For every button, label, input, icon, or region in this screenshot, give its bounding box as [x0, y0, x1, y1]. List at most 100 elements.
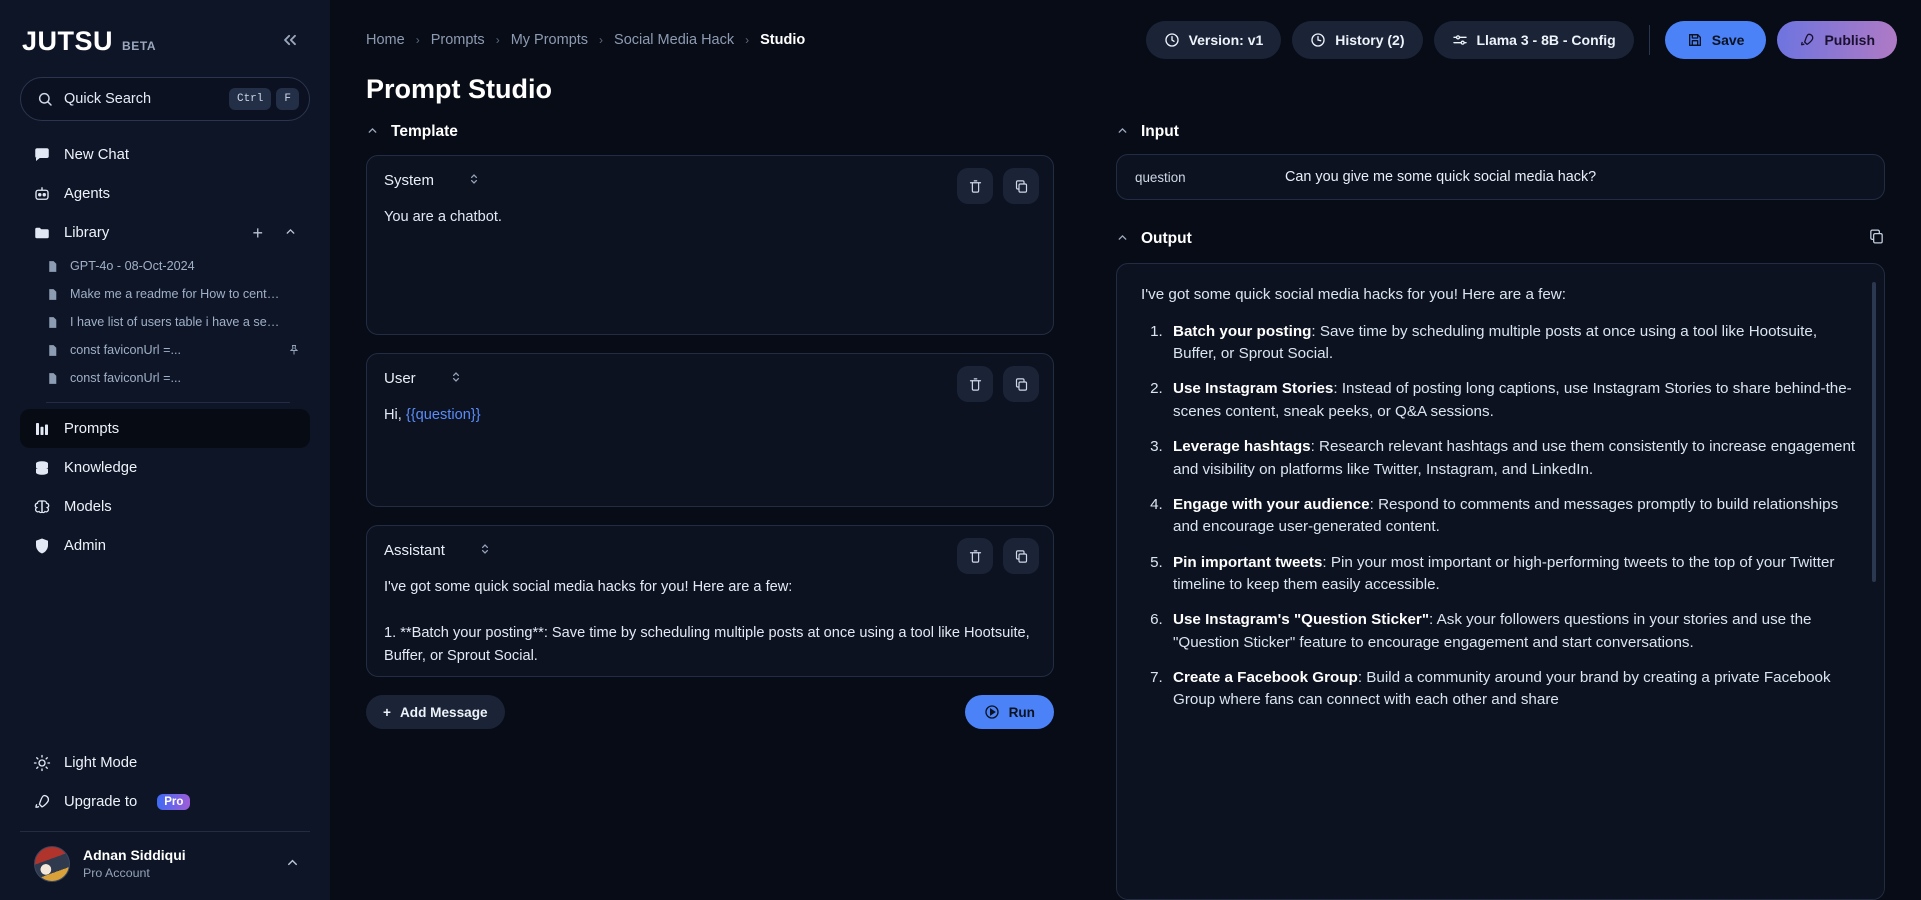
input-section-label: Input	[1141, 123, 1179, 140]
sidebar-item-agents[interactable]: Agents	[20, 174, 310, 213]
sidebar-item-new-chat[interactable]: New Chat	[20, 135, 310, 174]
output-fade-overlay	[1117, 873, 1884, 899]
save-button[interactable]: Save	[1664, 21, 1767, 59]
breadcrumb-prompts[interactable]: Prompts	[431, 32, 485, 48]
list-item[interactable]: GPT-4o - 08-Oct-2024	[26, 252, 310, 280]
breadcrumb-home[interactable]: Home	[366, 32, 405, 48]
sidebar-item-admin[interactable]: Admin	[20, 526, 310, 565]
chevron-up-icon[interactable]	[285, 855, 300, 873]
output-section-header[interactable]: Output	[1116, 228, 1885, 250]
role-select-chevron-icon[interactable]	[450, 369, 462, 388]
message-card-tools	[957, 366, 1039, 402]
delete-message-button[interactable]	[957, 538, 993, 574]
sidebar-section-library[interactable]: Library +	[20, 213, 310, 252]
account-subtitle: Pro Account	[83, 865, 150, 880]
light-mode-toggle[interactable]: Light Mode	[20, 743, 310, 782]
delete-message-button[interactable]	[957, 168, 993, 204]
output-content[interactable]: I've got some quick social media hacks f…	[1116, 263, 1885, 900]
sidebar-item-label: Models	[64, 498, 112, 515]
output-item-title: Batch your posting	[1173, 322, 1312, 340]
pin-icon[interactable]	[288, 344, 300, 356]
play-circle-icon	[984, 704, 1000, 720]
plus-icon[interactable]: +	[246, 224, 269, 242]
breadcrumb-my-prompts[interactable]: My Prompts	[511, 32, 588, 48]
message-card-assistant: Assistant I've got some quick social med…	[366, 525, 1054, 677]
chevrons-left-icon[interactable]	[276, 28, 304, 56]
version-button[interactable]: Version: v1	[1145, 21, 1282, 59]
publish-button[interactable]: Publish	[1777, 21, 1897, 59]
sidebar-divider	[46, 402, 290, 403]
copy-message-button[interactable]	[1003, 168, 1039, 204]
sidebar-item-label: Knowledge	[64, 459, 138, 476]
sidebar-item-knowledge[interactable]: Knowledge	[20, 448, 310, 487]
message-content[interactable]: I've got some quick social media hacks f…	[384, 576, 1036, 668]
sliders-icon	[1452, 32, 1468, 48]
template-panel: Template System You are a chatbot. User …	[330, 123, 1090, 900]
chevron-up-icon[interactable]	[1116, 124, 1129, 140]
search-placeholder: Quick Search	[64, 91, 152, 107]
chevron-up-icon[interactable]	[282, 225, 297, 241]
copy-message-button[interactable]	[1003, 366, 1039, 402]
list-item: Create a Facebook Group: Build a communi…	[1167, 667, 1860, 712]
role-select-chevron-icon[interactable]	[479, 541, 491, 560]
main-content: Home › Prompts › My Prompts › Social Med…	[330, 0, 1921, 900]
message-role-row: Assistant	[384, 541, 1036, 560]
io-panel: Input question Can you give me some quic…	[1090, 123, 1921, 900]
input-section-header[interactable]: Input	[1116, 123, 1885, 141]
sidebar-item-prompts[interactable]: Prompts	[20, 409, 310, 448]
document-icon	[46, 372, 59, 385]
chevron-up-icon[interactable]	[366, 124, 379, 140]
role-select-chevron-icon[interactable]	[468, 171, 480, 190]
top-actions: Version: v1 History (2) Llama 3 - 8B - C…	[1145, 21, 1897, 59]
output-scrollbar-thumb[interactable]	[1872, 282, 1876, 582]
breadcrumb-social-media-hack[interactable]: Social Media Hack	[614, 32, 734, 48]
output-item-title: Use Instagram's "Question Sticker"	[1173, 611, 1430, 629]
search-input[interactable]: Quick Search Ctrl F	[20, 77, 310, 121]
template-section-label: Template	[391, 123, 458, 140]
sidebar-item-models[interactable]: Models	[20, 487, 310, 526]
template-section-header[interactable]: Template	[366, 123, 1054, 141]
upgrade-to-pro-button[interactable]: Upgrade to Pro	[20, 782, 310, 821]
message-content[interactable]: You are a chatbot.	[384, 206, 1036, 229]
run-button[interactable]: Run	[964, 695, 1054, 729]
output-scrollbar[interactable]	[1872, 272, 1880, 891]
list-item[interactable]: I have list of users table i have a sect…	[26, 308, 310, 336]
history-button[interactable]: History (2)	[1292, 21, 1423, 59]
list-item[interactable]: const faviconUrl =...	[26, 336, 310, 364]
app-root: JUTSU BETA Quick Search Ctrl F New Chat	[0, 0, 1921, 900]
chevron-right-icon: ›	[415, 33, 420, 47]
delete-message-button[interactable]	[957, 366, 993, 402]
input-variable-value[interactable]: Can you give me some quick social media …	[1285, 169, 1596, 185]
brain-icon	[33, 498, 51, 516]
model-config-button[interactable]: Llama 3 - 8B - Config	[1433, 21, 1634, 59]
copy-message-button[interactable]	[1003, 538, 1039, 574]
account-name: Adnan Siddiqui	[83, 847, 186, 864]
list-item[interactable]: Make me a readme for How to center a...	[26, 280, 310, 308]
sun-icon	[33, 754, 51, 772]
input-row[interactable]: question Can you give me some quick soci…	[1116, 154, 1885, 200]
search-shortcut-ctrl: Ctrl	[228, 88, 272, 110]
output-item-title: Create a Facebook Group	[1173, 668, 1358, 686]
sidebar-footer: Light Mode Upgrade to Pro Adnan Siddiqui…	[0, 743, 330, 900]
chevron-up-icon[interactable]	[1116, 231, 1129, 247]
message-content[interactable]: Hi, {{question}}	[384, 404, 1036, 427]
account-menu[interactable]: Adnan Siddiqui Pro Account	[20, 832, 310, 900]
rocket-icon	[33, 793, 51, 811]
library-list: GPT-4o - 08-Oct-2024 Make me a readme fo…	[20, 252, 310, 392]
library-item-label: I have list of users table i have a sect…	[70, 315, 282, 329]
copy-output-button[interactable]	[1868, 228, 1885, 250]
chart-bar-icon	[33, 420, 51, 438]
rocket-icon	[1799, 32, 1815, 48]
avatar	[34, 846, 70, 882]
library-item-label: GPT-4o - 08-Oct-2024	[70, 259, 195, 273]
add-message-button[interactable]: + Add Message	[366, 695, 505, 729]
app-logo: JUTSU BETA	[22, 26, 156, 57]
save-icon	[1687, 32, 1703, 48]
sidebar-item-label: Prompts	[64, 420, 120, 437]
add-message-label: Add Message	[399, 704, 488, 720]
output-lead-text: I've got some quick social media hacks f…	[1141, 286, 1566, 303]
list-item[interactable]: const faviconUrl =...	[26, 364, 310, 392]
clock-icon	[1164, 32, 1180, 48]
message-card-tools	[957, 168, 1039, 204]
sidebar-item-label: Admin	[64, 537, 106, 554]
